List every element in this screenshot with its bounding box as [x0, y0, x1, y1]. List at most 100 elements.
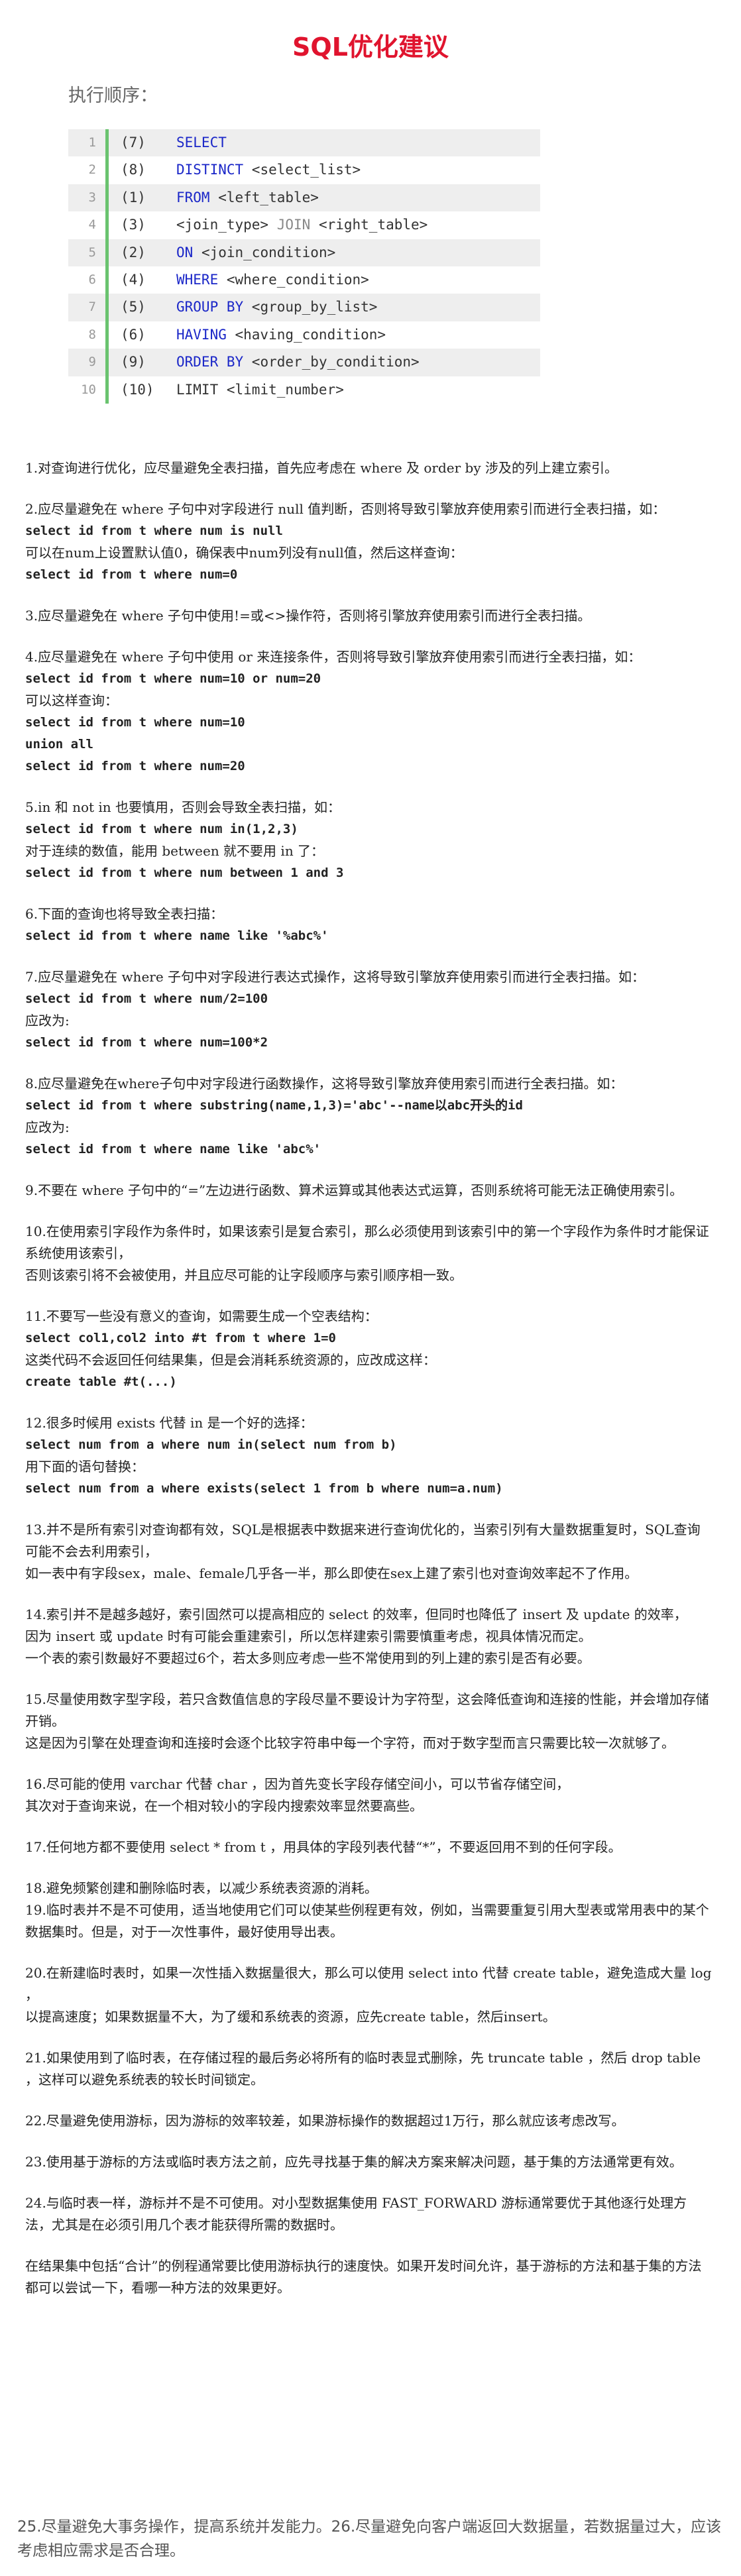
text-line: 16.尽可能的使用 varchar 代替 char ，因为首先变长字段存储空间小… — [25, 1776, 570, 1792]
tip-paragraph: 18.避免频繁创建和删除临时表，以减少系统表资源的消耗。 19.临时表并不是不可使… — [25, 1877, 713, 1943]
code-line: 4 (3) <join_type> JOIN <right_table> — [68, 211, 540, 239]
tip-paragraph: 在结果集中包括“合计”的例程通常要比使用游标执行的速度快。如果开发时间允许，基于… — [25, 2255, 713, 2299]
line-number: 2 — [88, 162, 96, 178]
text-line: 应改为: — [25, 1013, 70, 1029]
tip-paragraph: 22.尽量避免使用游标，因为游标的效率较差，如果游标操作的数据超过1万行，那么就… — [25, 2110, 713, 2132]
text-line: 2.应尽量避免在 where 子句中对字段进行 null 值判断，否则将导致引擎… — [25, 501, 666, 517]
sql-keyword-muted: JOIN — [276, 217, 311, 233]
execution-step: (4) — [121, 271, 146, 288]
text-line: 在结果集中包括“合计”的例程通常要比使用游标执行的速度快。如果开发时间允许，基于… — [25, 2258, 702, 2296]
tip-paragraph: 16.尽可能的使用 varchar 代替 char ，因为首先变长字段存储空间小… — [25, 1773, 713, 1817]
text-line: 19.临时表并不是不可使用，适当地使用它们可以使某些例程更有效，例如，当需要重复… — [25, 1902, 709, 1940]
sql-keyword: ON — [176, 244, 194, 260]
code-example-line: select id from t where num=20 — [25, 759, 245, 773]
text-line: 这是因为引擎在处理查询和连接时会逐个比较字符串中每一个字符，而对于数字型而言只需… — [25, 1735, 675, 1751]
tip-paragraph: 12.很多时候用 exists 代替 in 是一个好的选择： select num… — [25, 1412, 713, 1500]
text-line: 23.使用基于游标的方法或临时表方法之前，应先寻找基于集的解决方案来解决问题，基… — [25, 2154, 683, 2170]
code-example-line: select num from a where num in(select nu… — [25, 1437, 397, 1452]
text-line: 对于连续的数值，能用 between 就不要用 in 了： — [25, 843, 325, 859]
text-line: 6.下面的查询也将导致全表扫描： — [25, 906, 224, 922]
text-line: 15.尽量使用数字型字段，若只含数值信息的字段尽量不要设计为字符型，这会降低查询… — [25, 1691, 709, 1729]
tip-paragraph: 13.并不是所有索引对查询都有效，SQL是根据表中数据来进行查询优化的，当索引列… — [25, 1519, 713, 1585]
code-example-line: select col1,col2 into #t from t where 1=… — [25, 1331, 336, 1345]
tip-paragraph: 17.任何地方都不要使用 select * from t ，用具体的字段列表代替… — [25, 1836, 713, 1858]
sql-clause: <having_condition> — [226, 326, 386, 343]
code-text: <join_type> JOIN <right_table> — [176, 211, 428, 239]
code-line: 8 (6) HAVING <having_condition> — [68, 321, 540, 349]
tip-paragraph: 4.应尽量避免在 where 子句中使用 or 来连接条件，否则将导致引擎放弃使… — [25, 646, 713, 777]
text-line: 这类代码不会返回任何结果集，但是会消耗系统资源的，应改成这样： — [25, 1352, 436, 1368]
code-text: FROM <left_table> — [176, 184, 319, 211]
text-line: 因为 insert 或 update 时有可能会重建索引，所以怎样建索引需要慎重… — [25, 1628, 592, 1644]
code-example-line: select id from t where name like '%abc%' — [25, 928, 329, 943]
line-number: 10 — [81, 382, 96, 397]
sql-keyword: SELECT — [176, 135, 227, 150]
code-line: 1 (7) SELECT — [68, 129, 540, 157]
text-line: 用下面的语句替换： — [25, 1459, 144, 1475]
code-example-line: select id from t where substring(name,1,… — [25, 1098, 523, 1113]
sql-keyword: HAVING — [176, 326, 227, 343]
line-number: 6 — [88, 272, 96, 287]
line-number: 4 — [88, 217, 96, 233]
sql-clause: <select_list> — [243, 162, 361, 178]
execution-order-code-block: 1 (7) SELECT 2 (8) DISTINCT <select_list> 3 (1)… — [68, 129, 540, 404]
footer-text: 25.尽量避免大事务操作，提高系统并发能力。26.尽量避免向客户端返回大数据量，… — [17, 2518, 722, 2559]
code-text: SELECT — [176, 129, 227, 156]
text-line: 18.避免频繁创建和删除临时表，以减少系统表资源的消耗。 — [25, 1880, 378, 1896]
tip-paragraph: 14.索引并不是越多越好，索引固然可以提高相应的 select 的效率，但同时也… — [25, 1604, 713, 1669]
code-line: 2 (8) DISTINCT <select_list> — [68, 156, 540, 184]
text-line: 如一表中有字段sex，male、female几乎各一半，那么即使在sex上建了索… — [25, 1565, 638, 1581]
text-line: 14.索引并不是越多越好，索引固然可以提高相应的 select 的效率，但同时也… — [25, 1606, 687, 1622]
text-line: 21.如果使用到了临时表，在存储过程的最后务必将所有的临时表显式删除，先 tru… — [25, 2050, 705, 2088]
text-line: 以提高速度；如果数据量不大，为了缓和系统表的资源，应先create table，… — [25, 2009, 556, 2025]
code-line: 9 (9) ORDER BY <order_by_condition> — [68, 349, 540, 376]
code-example-line: select id from t where num between 1 and… — [25, 866, 344, 880]
line-number: 8 — [88, 327, 96, 342]
text-line: 9.不要在 where 子句中的“=”左边进行函数、算术运算或其他表达式运算，否… — [25, 1182, 683, 1198]
code-example-line: create table #t(...) — [25, 1374, 177, 1389]
text-line: 5.in 和 not in 也要慎用，否则会导致全表扫描，如： — [25, 799, 341, 815]
code-example-line: select id from t where num/2=100 — [25, 991, 268, 1006]
code-text: WHERE <where_condition> — [176, 266, 369, 294]
sql-clause: LIMIT <limit_number> — [176, 381, 344, 398]
code-line: 6 (4) WHERE <where_condition> — [68, 266, 540, 294]
line-number: 7 — [88, 300, 96, 315]
text-line: 20.在新建临时表时，如果一次性插入数据量很大，那么可以使用 select in… — [25, 1965, 716, 2003]
sql-clause: <join_type> — [176, 217, 277, 233]
sql-clause: <right_table> — [310, 217, 428, 233]
line-number: 5 — [88, 245, 96, 260]
tip-paragraph: 24.与临时表一样，游标并不是不可使用。对小型数据集使用 FAST_FORWAR… — [25, 2192, 713, 2236]
text-line: 4.应尽量避免在 where 子句中使用 or 来连接条件，否则将导致引擎放弃使… — [25, 649, 642, 665]
code-line: 3 (1) FROM <left_table> — [68, 184, 540, 212]
code-example-line: select id from t where num=0 — [25, 567, 238, 582]
text-line: 17.任何地方都不要使用 select * from t ，用具体的字段列表代替… — [25, 1839, 622, 1855]
code-text: GROUP BY <group_by_list> — [176, 294, 377, 321]
sql-clause: <where_condition> — [218, 271, 369, 288]
execution-step: (7) — [121, 135, 146, 150]
execution-step: (5) — [121, 299, 146, 315]
execution-step: (6) — [121, 326, 146, 343]
tip-paragraph: 21.如果使用到了临时表，在存储过程的最后务必将所有的临时表显式删除，先 tru… — [25, 2047, 713, 2091]
text-line: 可以这样查询： — [25, 693, 118, 708]
code-example-line: select num from a where exists(select 1 … — [25, 1481, 503, 1496]
code-example-line: select id from t where name like 'abc%' — [25, 1142, 321, 1156]
tip-paragraph: 5.in 和 not in 也要慎用，否则会导致全表扫描，如： select id… — [25, 797, 713, 884]
code-line: 5 (2) ON <join_condition> — [68, 239, 540, 266]
sql-clause: <group_by_list> — [243, 299, 378, 315]
page-title: SQL优化建议 — [292, 32, 449, 62]
tip-paragraph: 6.下面的查询也将导致全表扫描： select id from t where n… — [25, 903, 713, 947]
line-number: 1 — [88, 135, 96, 150]
code-example-line: select id from t where num=10 or num=20 — [25, 671, 321, 686]
text-line: 可以在num上设置默认值0，确保表中num列没有null值，然后这样查询： — [25, 545, 463, 561]
text-line: 13.并不是所有索引对查询都有效，SQL是根据表中数据来进行查询优化的，当索引列… — [25, 1522, 701, 1559]
code-example-line: select id from t where num is null — [25, 524, 283, 538]
tip-paragraph: 8.应尽量避免在where子句中对字段进行函数操作，这将导致引擎放弃使用索引而进… — [25, 1073, 713, 1160]
text-line: 1.对查询进行优化，应尽量避免全表扫描，首先应考虑在 where 及 order… — [25, 460, 618, 476]
sql-keyword: DISTINCT — [176, 162, 244, 178]
text-line: 否则该索引将不会被使用，并且应尽可能的让字段顺序与索引顺序相一致。 — [25, 1267, 463, 1283]
line-number: 9 — [88, 355, 96, 370]
tip-paragraph: 7.应尽量避免在 where 子句中对字段进行表达式操作，这将导致引擎放弃使用索… — [25, 966, 713, 1054]
text-line: 11.不要写一些没有意义的查询，如需要生成一个空表结构： — [25, 1308, 378, 1324]
code-example-line: union all — [25, 737, 93, 752]
text-line: 22.尽量避免使用游标，因为游标的效率较差，如果游标操作的数据超过1万行，那么就… — [25, 2113, 625, 2129]
